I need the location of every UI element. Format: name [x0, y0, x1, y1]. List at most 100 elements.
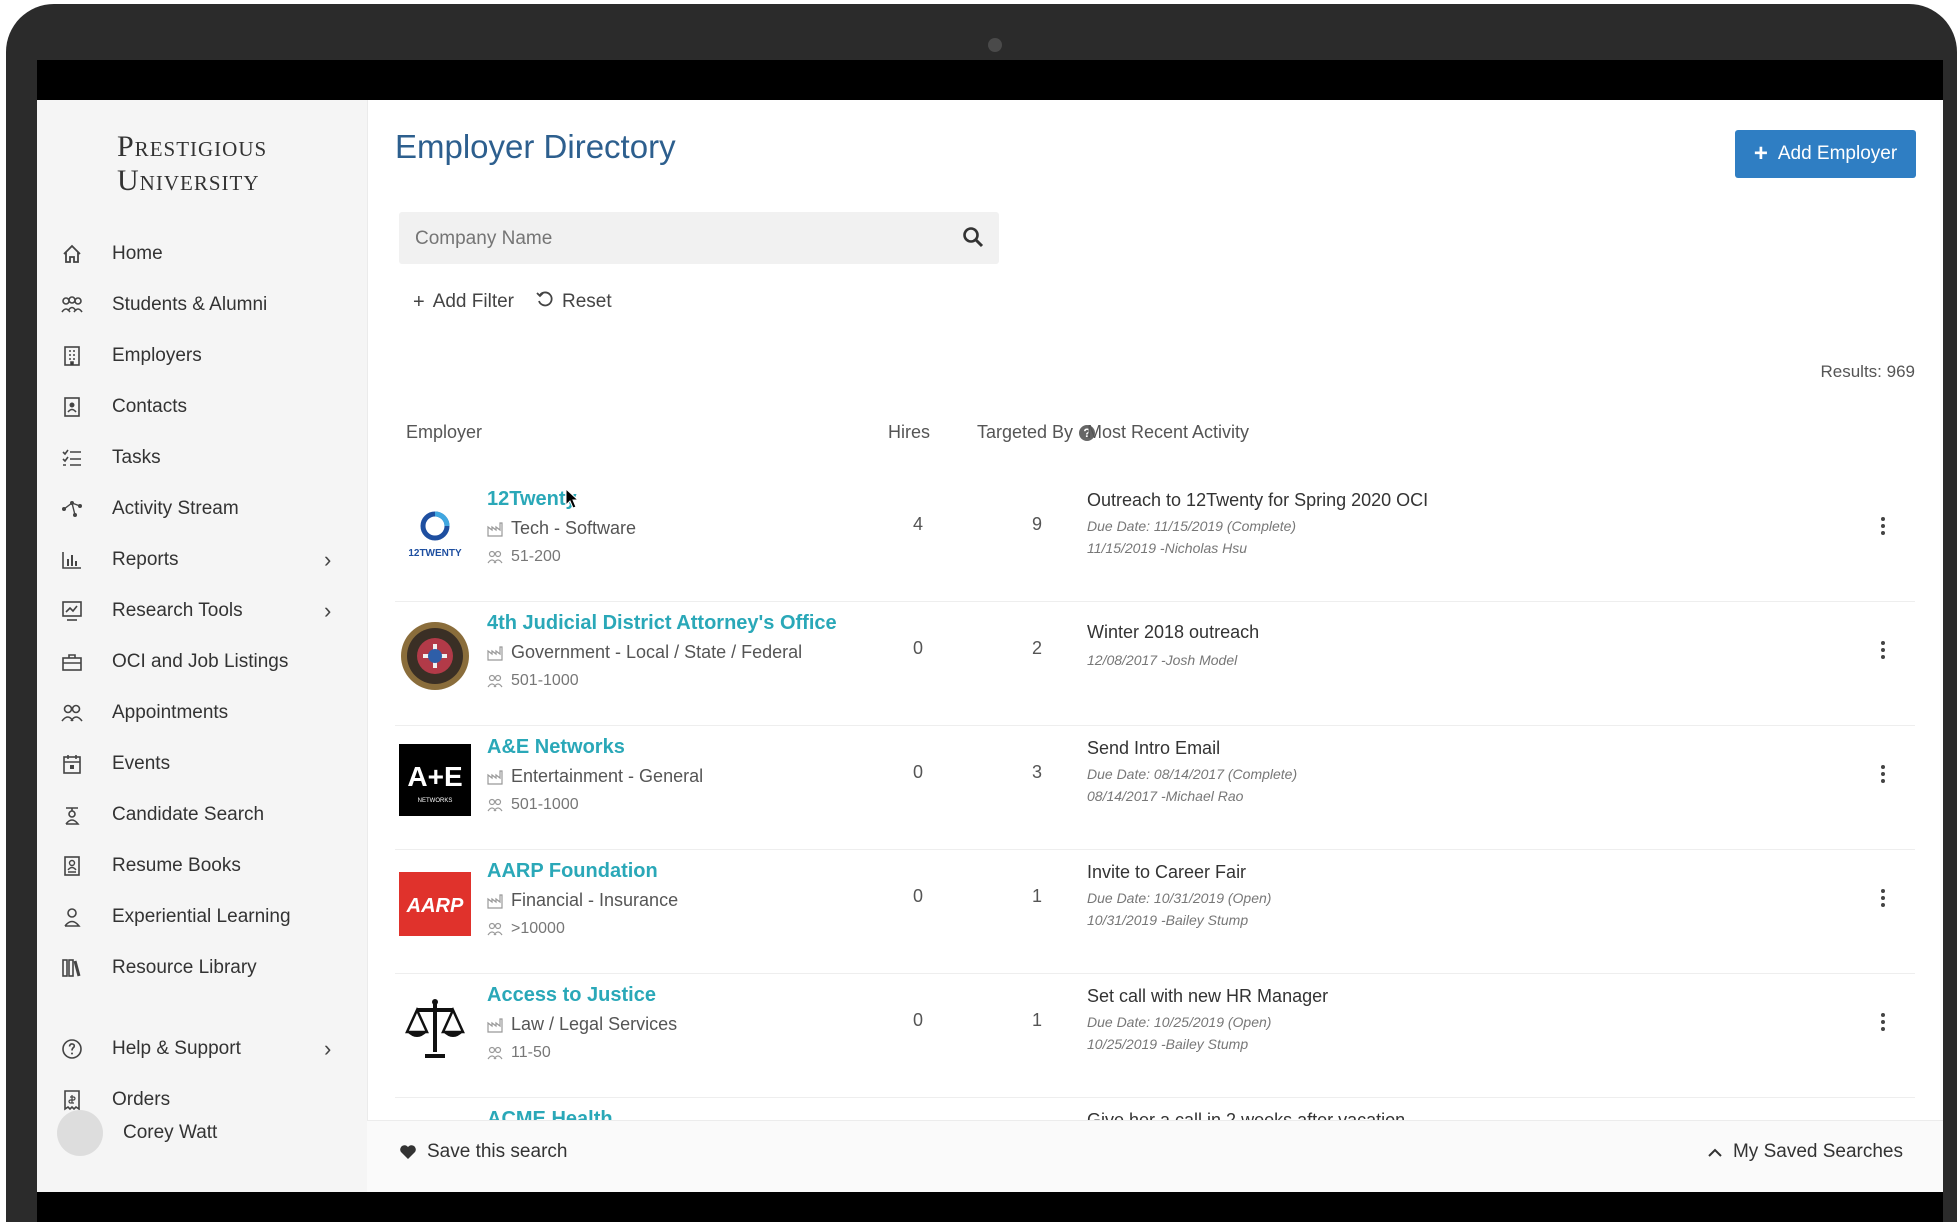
size-label: >10000 [511, 920, 565, 937]
sidebar-item-help-support[interactable]: Help & Support › [37, 1023, 367, 1074]
sidebar-item-research-tools[interactable]: Research Tools › [37, 585, 367, 636]
sidebar-item-contacts[interactable]: Contacts [37, 381, 367, 432]
factory-icon [487, 645, 503, 661]
column-header-hires[interactable]: Hires [888, 422, 930, 443]
scales-logo [399, 992, 471, 1064]
save-search-button[interactable]: Save this search [399, 1141, 567, 1163]
activity-meta-1: Due Date: 11/15/2019 (Complete) [1087, 518, 1297, 534]
more-options-icon[interactable] [1877, 886, 1889, 914]
aarp-logo: AARP [399, 868, 471, 940]
library-icon [59, 955, 85, 981]
table-row[interactable]: AARP AARP Foundation Financial - Insuran… [367, 850, 1943, 974]
factory-icon [487, 1017, 503, 1033]
employer-industry: Tech - Software [487, 518, 636, 539]
search-icon[interactable] [961, 225, 987, 251]
logo-text: AARP [406, 895, 464, 917]
add-employer-button[interactable]: + Add Employer [1735, 130, 1916, 178]
column-header-targeted-by-label: Targeted By [977, 422, 1074, 442]
size-label: 11-50 [511, 1044, 551, 1061]
more-options-icon[interactable] [1877, 514, 1889, 542]
size-label: 501-1000 [511, 796, 579, 813]
sidebar-item-label: Activity Stream [112, 497, 239, 519]
sidebar-item-candidate-search[interactable]: Candidate Search [37, 789, 367, 840]
sidebar-item-activity-stream[interactable]: Activity Stream [37, 483, 367, 534]
add-filter-button[interactable]: + Add Filter [413, 291, 514, 314]
more-options-icon[interactable] [1877, 762, 1889, 790]
sidebar-item-appointments[interactable]: Appointments [37, 687, 367, 738]
table-row[interactable]: 12TWENTY 12Twenty Tech - Software 51-200… [367, 478, 1943, 602]
sidebar-item-label: Appointments [112, 701, 229, 723]
table-row[interactable]: A+E NETWORKS A&E Networks Entertainment -… [367, 726, 1943, 850]
sidebar-item-events[interactable]: Events [37, 738, 367, 789]
targeted-count: 1 [1031, 1010, 1042, 1030]
employer-name-link[interactable]: Access to Justice [487, 984, 656, 1007]
industry-label: Law / Legal Services [511, 1014, 678, 1034]
hires-count: 0 [912, 762, 923, 782]
activity-meta-2: 11/15/2019 -Nicholas Hsu [1087, 540, 1248, 556]
resume-book-icon [59, 853, 85, 879]
reset-icon [536, 290, 554, 314]
help-icon [59, 1036, 85, 1062]
sidebar-item-students-alumni[interactable]: Students & Alumni [37, 279, 367, 330]
hires-count: 4 [912, 514, 923, 534]
employer-name-link[interactable]: AARP Foundation [487, 860, 658, 883]
industry-label: Tech - Software [511, 518, 637, 538]
targeted-count: 9 [1031, 514, 1042, 534]
search-box [399, 212, 999, 266]
table-row[interactable]: Access to Justice Law / Legal Services 1… [367, 974, 1943, 1098]
chevron-right-icon: › [324, 546, 332, 572]
table-row[interactable]: 4th Judicial District Attorney's Office … [367, 602, 1943, 726]
activity-meta-2: 10/25/2019 -Bailey Stump [1087, 1036, 1249, 1052]
column-header-employer[interactable]: Employer [406, 422, 482, 443]
ae-logo: A+E NETWORKS [399, 744, 471, 816]
column-header-activity[interactable]: Most Recent Activity [1087, 422, 1249, 443]
targeted-count: 2 [1031, 638, 1042, 658]
column-header-targeted-by[interactable]: Targeted By ? [977, 422, 1096, 443]
brand-logo[interactable]: Prestigious University [117, 130, 267, 198]
reset-button[interactable]: Reset [536, 290, 612, 314]
activity-meta-1: Due Date: 10/25/2019 (Open) [1087, 1014, 1272, 1030]
sidebar-item-label: Resource Library [112, 956, 257, 978]
industry-label: Entertainment - General [511, 766, 704, 786]
activity-meta-1: Due Date: 08/14/2017 (Complete) [1087, 766, 1298, 782]
people-small-icon [487, 674, 503, 688]
factory-icon [487, 521, 503, 537]
sidebar-item-resume-books[interactable]: Resume Books [37, 840, 367, 891]
company-name-search-input[interactable] [413, 212, 957, 266]
employer-industry: Law / Legal Services [487, 1014, 677, 1035]
targeted-count: 3 [1031, 762, 1042, 782]
sidebar-item-employers[interactable]: Employers [37, 330, 367, 381]
sidebar-item-tasks[interactable]: Tasks [37, 432, 367, 483]
activity-title: Outreach to 12Twenty for Spring 2020 OCI [1087, 490, 1429, 510]
sidebar-item-label: Research Tools [112, 599, 243, 621]
sidebar-item-experiential-learning[interactable]: Experiential Learning [37, 891, 367, 942]
activity-title: Invite to Career Fair [1087, 862, 1247, 882]
sidebar-item-oci-job-listings[interactable]: OCI and Job Listings [37, 636, 367, 687]
filter-bar: + Add Filter Reset [413, 290, 634, 314]
employer-name-link[interactable]: A&E Networks [487, 736, 625, 759]
employer-industry: Government - Local / State / Federal [487, 642, 802, 663]
sidebar-item-label: Help & Support [112, 1037, 241, 1059]
research-icon [59, 598, 85, 624]
more-options-icon[interactable] [1877, 1010, 1889, 1038]
employer-name-link[interactable]: 12Twenty [487, 488, 577, 511]
employer-name-link[interactable]: 4th Judicial District Attorney's Office [487, 612, 837, 635]
12twenty-logo: 12TWENTY [399, 496, 471, 568]
user-profile[interactable]: Corey Watt [57, 1108, 357, 1158]
sidebar-item-label: Home [112, 242, 163, 264]
more-options-icon[interactable] [1877, 638, 1889, 666]
size-label: 501-1000 [511, 672, 579, 689]
app-screen: Prestigious University Home Students & A… [37, 100, 1943, 1192]
logo-text: 12TWENTY [408, 548, 462, 559]
my-saved-searches-button[interactable]: My Saved Searches [1707, 1141, 1903, 1163]
saved-searches-label: My Saved Searches [1732, 1141, 1903, 1162]
hires-count: 0 [912, 638, 923, 658]
mouse-cursor-icon [565, 488, 579, 509]
factory-icon [487, 769, 503, 785]
employer-size: 501-1000 [487, 672, 579, 690]
sidebar-item-resource-library[interactable]: Resource Library [37, 942, 367, 993]
sidebar-item-reports[interactable]: Reports › [37, 534, 367, 585]
sidebar-item-home[interactable]: Home [37, 228, 367, 279]
avatar [57, 1110, 103, 1156]
seal-logo [399, 620, 471, 692]
